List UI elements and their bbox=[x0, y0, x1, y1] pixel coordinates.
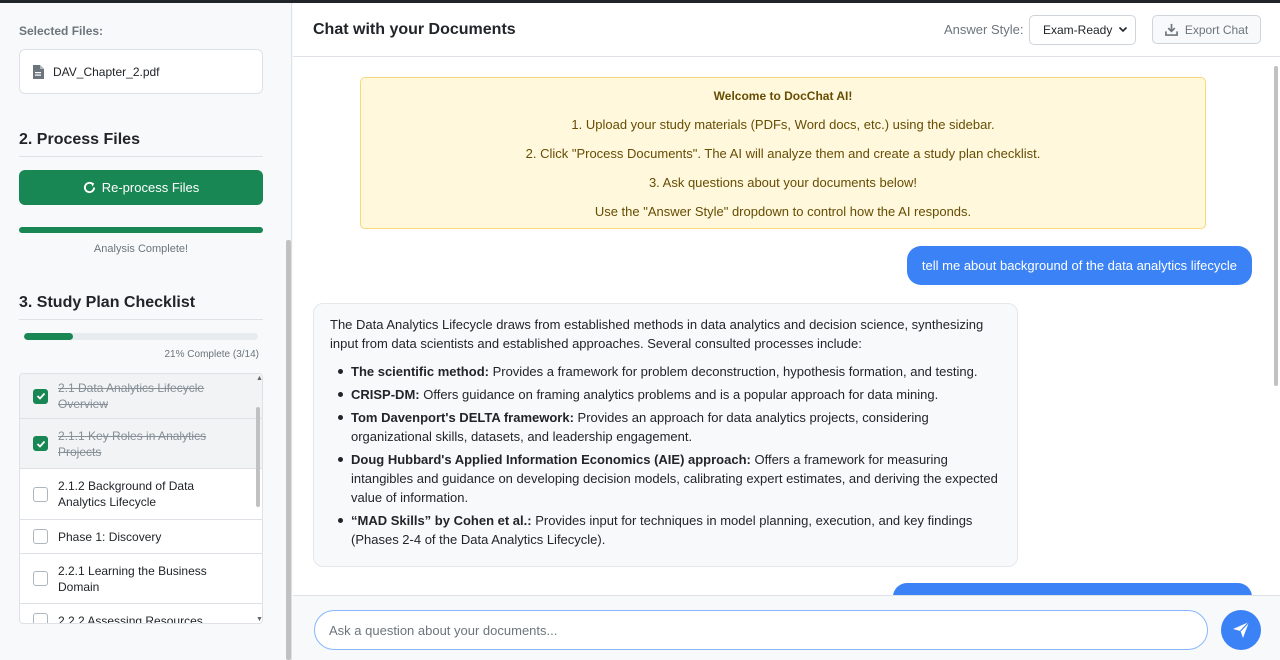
download-icon bbox=[1164, 23, 1178, 36]
checkbox-unchecked[interactable] bbox=[33, 613, 48, 623]
send-button[interactable] bbox=[1221, 610, 1261, 650]
sidebar-scrollbar[interactable] bbox=[286, 240, 291, 660]
main-panel: Chat with your Documents Answer Style: E… bbox=[293, 3, 1280, 660]
page-title: Chat with your Documents bbox=[313, 21, 516, 38]
process-files-heading: 2. Process Files bbox=[19, 131, 140, 148]
checkbox-checked[interactable] bbox=[33, 436, 48, 451]
divider bbox=[19, 156, 263, 157]
list-item-term: Tom Davenport's DELTA framework: bbox=[351, 410, 574, 425]
analysis-progress-bar bbox=[19, 227, 263, 233]
list-item: CRISP-DM: Offers guidance on framing ana… bbox=[330, 385, 1001, 404]
export-chat-label: Export Chat bbox=[1184, 22, 1249, 37]
refresh-icon bbox=[83, 181, 95, 194]
welcome-line: 1. Upload your study materials (PDFs, Wo… bbox=[571, 117, 995, 132]
checklist-item[interactable]: 2.2.2 Assessing Resources bbox=[20, 604, 262, 624]
chat-header: Chat with your Documents Answer Style: E… bbox=[293, 3, 1280, 57]
scrollbar-thumb[interactable] bbox=[256, 407, 260, 507]
checklist-item[interactable]: 2.2.1 Learning the Business Domain bbox=[20, 554, 262, 604]
list-item-term: Doug Hubbard's Applied Information Econo… bbox=[351, 452, 751, 467]
chat-messages-area: Welcome to DocChat AI! 1. Upload your st… bbox=[293, 58, 1280, 595]
checklist-item-label: 2.2.1 Learning the Business Domain bbox=[58, 563, 207, 594]
assistant-message-intro: The Data Analytics Lifecycle draws from … bbox=[330, 317, 984, 351]
assistant-message-list: The scientific method: Provides a framew… bbox=[330, 362, 1001, 549]
chat-input-bar bbox=[293, 595, 1280, 660]
checkmark-icon bbox=[36, 440, 45, 448]
welcome-title: Welcome to DocChat AI! bbox=[713, 89, 853, 103]
reprocess-files-button[interactable]: Re-process Files bbox=[19, 170, 263, 205]
list-item-term: “MAD Skills” by Cohen et al.: bbox=[351, 513, 532, 528]
analysis-status-text: Analysis Complete! bbox=[93, 243, 189, 255]
study-plan-progress-fill bbox=[24, 333, 74, 340]
checklist-scrollbar[interactable] bbox=[255, 377, 261, 621]
checklist-item-label: Phase 1: Discovery bbox=[58, 529, 162, 544]
welcome-message: Welcome to DocChat AI! 1. Upload your st… bbox=[360, 77, 1206, 229]
selected-files-label: Selected Files: bbox=[19, 24, 104, 38]
selected-file-item[interactable]: DAV_Chapter_2.pdf bbox=[19, 49, 263, 94]
study-plan-progress-text: 21% Complete (3/14) bbox=[164, 349, 260, 360]
chat-scrollbar[interactable] bbox=[1273, 58, 1279, 595]
user-message: tell me about background of the data ana… bbox=[906, 246, 1252, 285]
checklist-item[interactable]: Phase 1: Discovery bbox=[20, 520, 262, 554]
checkbox-unchecked[interactable] bbox=[33, 486, 48, 502]
checklist-item-label: 2.2.2 Assessing Resources bbox=[58, 613, 203, 624]
list-item: “MAD Skills” by Cohen et al.: Provides i… bbox=[330, 511, 1001, 549]
checklist-item-label: 2.1 Data Analytics Lifecycle Overview bbox=[58, 381, 205, 411]
welcome-line: 3. Ask questions about your documents be… bbox=[648, 175, 918, 190]
checklist-item[interactable]: 2.1.1 Key Roles in Analytics Projects bbox=[20, 419, 262, 469]
checkmark-icon bbox=[36, 392, 45, 400]
file-name: DAV_Chapter_2.pdf bbox=[53, 64, 160, 79]
sidebar: Selected Files: DAV_Chapter_2.pdf 2. Pro… bbox=[0, 3, 292, 660]
assistant-message: The Data Analytics Lifecycle draws from … bbox=[313, 303, 1018, 567]
answer-style-label: Answer Style: bbox=[944, 22, 1024, 37]
scroll-up-arrow-icon[interactable]: ▲ bbox=[256, 375, 263, 382]
send-icon bbox=[1233, 621, 1250, 638]
study-plan-progress-bar bbox=[24, 333, 258, 340]
checkbox-unchecked[interactable] bbox=[33, 529, 48, 544]
chat-input[interactable] bbox=[314, 610, 1208, 650]
welcome-line: 2. Click "Process Documents". The AI wil… bbox=[525, 146, 1041, 161]
list-item: The scientific method: Provides a framew… bbox=[330, 362, 1001, 381]
list-item-text: Offers guidance on framing analytics pro… bbox=[419, 387, 939, 402]
scroll-down-arrow-icon[interactable]: ▼ bbox=[256, 616, 263, 623]
reprocess-files-label: Re-process Files bbox=[101, 180, 200, 195]
checklist-item-label: 2.1.1 Key Roles in Analytics Projects bbox=[58, 428, 207, 459]
list-item-term: The scientific method: bbox=[351, 364, 489, 379]
list-item: Doug Hubbard's Applied Information Econo… bbox=[330, 450, 1001, 507]
chevron-down-icon bbox=[1118, 26, 1128, 33]
answer-style-value: Exam-Ready bbox=[1043, 23, 1113, 37]
user-message-partial bbox=[893, 583, 1252, 595]
welcome-line: Use the "Answer Style" dropdown to contr… bbox=[594, 204, 972, 219]
checklist-item[interactable]: 2.1.2 Background of Data Analytics Lifec… bbox=[20, 469, 262, 520]
list-item-text: Provides a framework for problem deconst… bbox=[488, 364, 978, 379]
pdf-file-icon bbox=[33, 64, 44, 79]
checklist-item-label: 2.1.2 Background of Data Analytics Lifec… bbox=[58, 479, 195, 509]
scrollbar-thumb[interactable] bbox=[1274, 66, 1278, 386]
checklist-item[interactable]: 2.1 Data Analytics Lifecycle Overview bbox=[20, 374, 262, 419]
list-item: Tom Davenport's DELTA framework: Provide… bbox=[330, 408, 1001, 446]
study-plan-heading: 3. Study Plan Checklist bbox=[19, 294, 196, 311]
export-chat-button[interactable]: Export Chat bbox=[1152, 15, 1261, 44]
checkbox-unchecked[interactable] bbox=[33, 571, 48, 586]
checkbox-checked[interactable] bbox=[33, 388, 48, 404]
answer-style-select[interactable]: Exam-Ready bbox=[1029, 15, 1136, 45]
divider bbox=[19, 319, 263, 320]
study-plan-checklist: 2.1 Data Analytics Lifecycle Overview 2.… bbox=[19, 373, 263, 624]
list-item-term: CRISP-DM: bbox=[351, 387, 420, 402]
